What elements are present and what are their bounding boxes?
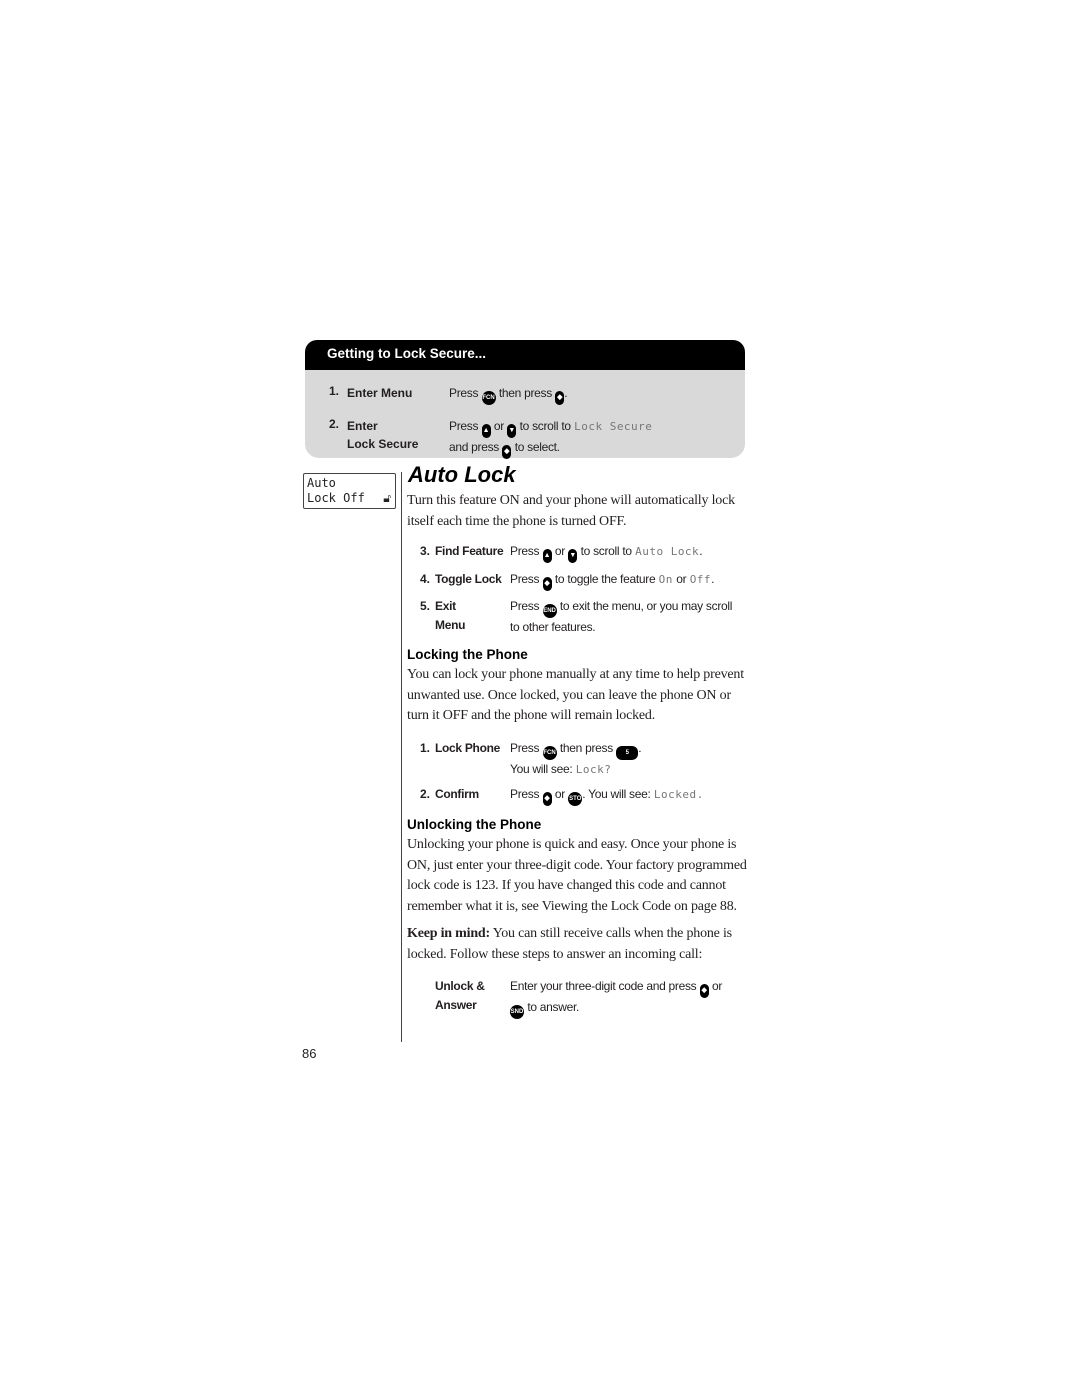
text: or xyxy=(554,787,565,801)
scroll-up-key-icon: ▲ xyxy=(481,424,491,438)
step-text: Press END to exit the menu, or you may s… xyxy=(510,597,732,637)
step-text: Press FCN then press 5. You will see: Lo… xyxy=(510,739,642,779)
label-line: Answer xyxy=(435,998,477,1012)
menu-key-icon: ◆ xyxy=(699,984,709,998)
column-divider xyxy=(401,472,402,1042)
scroll-down-key-icon: ▼ xyxy=(568,549,578,563)
display-line-1: Auto xyxy=(307,476,336,490)
label-line: Unlock & xyxy=(435,979,485,993)
step-label: Unlock & Answer xyxy=(435,977,485,1015)
display-line-2: Lock Off xyxy=(307,491,365,505)
five-lock-key-icon: 5 xyxy=(616,746,639,760)
fcn-key-icon: FCN xyxy=(481,391,496,405)
text: Press xyxy=(510,544,540,558)
page-number: 86 xyxy=(302,1046,317,1061)
text: to select. xyxy=(514,440,560,454)
step-label: Toggle Lock xyxy=(435,572,502,586)
step-label: Find Feature xyxy=(435,544,504,558)
unlocking-paragraph: Unlocking your phone is quick and easy. … xyxy=(407,837,747,914)
step-label: Lock Phone xyxy=(435,741,501,755)
text: . xyxy=(564,386,568,400)
end-key-icon: END xyxy=(542,604,557,618)
phone-display: Auto Lock Off 🔓︎ xyxy=(303,473,396,509)
display-text: Lock Secure xyxy=(574,420,653,433)
text: Press xyxy=(449,419,479,433)
locking-heading: Locking the Phone xyxy=(407,647,528,662)
text: You will see: xyxy=(510,762,573,776)
step-text: Press ▲ or ▼ to scroll to Lock Secure an… xyxy=(449,417,749,459)
text: to scroll to xyxy=(580,544,632,558)
text: to scroll to xyxy=(519,419,571,433)
text: to other features. xyxy=(510,620,596,634)
intro-paragraph: Turn this feature ON and your phone will… xyxy=(407,493,735,529)
label-line: Menu xyxy=(435,617,466,632)
step-label: Exit Menu xyxy=(435,597,465,634)
display-text: Lock? xyxy=(575,763,612,776)
menu-key-icon: ◆ xyxy=(555,391,565,405)
step-number: 4. xyxy=(420,572,431,586)
text: and press xyxy=(449,440,499,454)
text: . You will see: xyxy=(582,787,651,801)
label-line: Exit xyxy=(435,599,456,613)
fcn-key-icon: FCN xyxy=(542,746,557,760)
locking-paragraph: You can lock your phone manually at any … xyxy=(407,667,744,723)
step-text: Press ◆ or STO. You will see: Locked. xyxy=(510,785,704,806)
text: . xyxy=(711,572,715,586)
menu-key-icon: ◆ xyxy=(502,445,512,459)
scroll-up-key-icon: ▲ xyxy=(542,549,552,563)
text: Press xyxy=(510,599,540,613)
getting-to-box: Getting to Lock Secure... 1. Enter Menu … xyxy=(305,340,745,459)
text: or xyxy=(676,572,687,586)
keep-in-mind-paragraph: Keep in mind: You can still receive call… xyxy=(407,924,752,965)
display-text: Off xyxy=(689,573,712,586)
label-line: Lock Secure xyxy=(347,437,419,451)
step-text: Press ◆ to toggle the feature On or Off. xyxy=(510,570,714,591)
unlocked-padlock-icon: 🔓︎ xyxy=(383,491,391,505)
step-number: 1. xyxy=(420,741,431,755)
step-label: Confirm xyxy=(435,787,479,801)
label-line: Enter xyxy=(347,419,378,433)
text: or xyxy=(554,544,565,558)
getting-to-body: 1. Enter Menu Press FCN then press ◆. 2.… xyxy=(305,370,745,459)
step-text: Press ▲ or ▼ to scroll to Auto Lock. xyxy=(510,542,703,563)
text: then press xyxy=(498,386,552,400)
step-text: Press FCN then press ◆. xyxy=(449,384,749,405)
text: Press xyxy=(449,386,479,400)
text: or xyxy=(493,419,504,433)
display-text: On xyxy=(658,573,673,586)
scroll-down-key-icon: ▼ xyxy=(507,424,517,438)
menu-key-icon: ◆ xyxy=(542,577,552,591)
unlocking-heading: Unlocking the Phone xyxy=(407,817,542,832)
display-text: Auto Lock xyxy=(635,545,700,558)
step-label: Enter Lock Secure xyxy=(347,417,447,453)
text: to exit the menu, or you may scroll xyxy=(559,599,733,613)
text: to toggle the feature xyxy=(554,572,656,586)
text: or xyxy=(712,979,723,993)
text: Press xyxy=(510,787,540,801)
getting-to-title: Getting to Lock Secure... xyxy=(327,346,487,361)
step-number: 3. xyxy=(420,544,431,558)
text: . xyxy=(699,544,703,558)
step-number: 2. xyxy=(420,787,431,801)
section-title: Auto Lock xyxy=(408,462,516,487)
display-text: Locked. xyxy=(653,788,704,801)
sto-key-icon: STO xyxy=(568,792,583,806)
text: Enter your three-digit code and press xyxy=(510,979,697,993)
getting-to-header: Getting to Lock Secure... xyxy=(305,340,745,370)
text: Press xyxy=(510,741,540,755)
step-text: Enter your three-digit code and press ◆ … xyxy=(510,977,722,1019)
step-number: 2. xyxy=(329,417,340,431)
snd-key-icon: SND xyxy=(510,1005,524,1019)
step-number: 1. xyxy=(329,384,340,398)
text: then press xyxy=(559,741,613,755)
text: to answer. xyxy=(527,1000,580,1014)
text: Press xyxy=(510,572,540,586)
step-label: Enter Menu xyxy=(347,386,413,400)
text: . xyxy=(638,741,642,755)
step-number: 5. xyxy=(420,599,431,613)
keep-in-mind-label: Keep in mind: xyxy=(407,926,490,941)
menu-key-icon: ◆ xyxy=(542,792,552,806)
